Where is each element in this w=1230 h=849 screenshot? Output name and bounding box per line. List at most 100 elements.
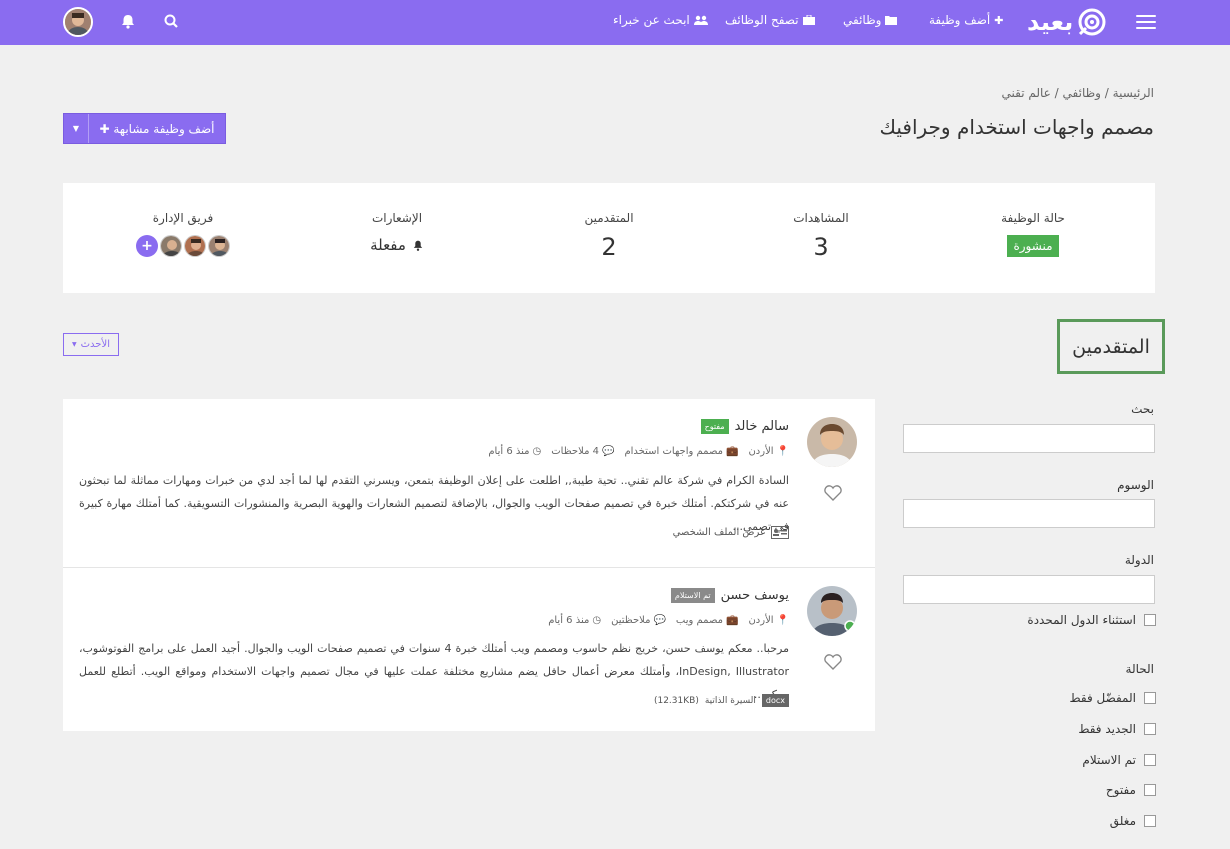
applicant-notes-text: 4 ملاحظات [551,446,599,457]
hamburger-menu-icon[interactable] [1136,15,1156,30]
applicant-role-text: مصمم واجهات استخدام [624,446,723,457]
folder-icon [885,16,898,25]
breadcrumb-separator: / [1054,86,1059,100]
nav-find-experts[interactable]: ابحث عن خبراء [613,13,708,27]
breadcrumb-separator: / [1104,86,1109,100]
stat-applicants-value: 2 [601,233,617,261]
stat-management-team: فريق الإدارة + [123,211,243,257]
dropdown-caret-icon[interactable]: ▼ [64,114,89,143]
briefcase-icon: 💼 [725,446,739,457]
team-member-avatar[interactable] [160,235,182,257]
add-team-member-button[interactable]: + [136,235,158,257]
status-badge: منشورة [1007,235,1059,257]
page-title: مصمم واجهات استخدام وجرافيك [879,115,1154,139]
applicant-role: 💼 مصمم واجهات استخدام [624,446,738,457]
search-input[interactable] [903,424,1155,453]
applicant-time: ◷ منذ 6 أيام [548,615,601,626]
attachment[interactable]: docx السيرة الذاتية (12.31KB) [654,694,789,707]
checkbox[interactable] [1144,754,1156,766]
applicants-list: سالم خالد مفتوح 📍 الأردن 💼 مصمم واجهات است… [63,399,875,731]
applicant-status-tag: مفتوح [700,419,729,434]
location-pin-icon: 📍 [776,615,789,626]
status-closed-checkbox[interactable]: مغلق [1110,814,1156,828]
comment-icon: 💬 [653,615,666,626]
applicant-avatar[interactable] [807,417,857,467]
applicant-notes: 💬 4 ملاحظات [551,446,614,457]
nav-add-job[interactable]: أضف وظيفة ✚ [929,13,1003,27]
breadcrumb: الرئيسية / وظائفي / عالم تقني [1002,86,1154,100]
comment-icon: 💬 [602,446,615,457]
breadcrumb-company[interactable]: عالم تقني [1002,86,1051,100]
stat-notifications-title: الإشعارات [371,211,423,225]
checkbox[interactable] [1144,692,1156,704]
status-open-checkbox[interactable]: مفتوح [1106,783,1156,797]
nav-browse-jobs-label: تصفح الوظائف [725,13,799,27]
stat-team-title: فريق الإدارة [152,211,214,225]
user-avatar[interactable] [63,7,93,37]
search-icon[interactable] [162,12,182,32]
team-avatars: + [123,235,243,257]
applicant-status-tag: تم الاستلام [670,588,715,603]
file-name[interactable]: السيرة الذاتية [705,696,756,706]
applicant-role: 💼 مصمم ويب [676,615,739,626]
status-new-checkbox[interactable]: الجديد فقط [1078,722,1156,736]
sort-dropdown[interactable]: ▼ الأحدث [63,333,119,356]
briefcase-icon [802,15,815,25]
top-navbar: بعيد أضف وظيفة ✚ وظائفي تصفح الوظائف ابح… [0,0,1230,45]
stat-job-status: حالة الوظيفة منشورة [973,211,1093,257]
status-received-checkbox[interactable]: تم الاستلام [1082,753,1156,767]
applicant-meta: 📍 الأردن 💼 مصمم ويب 💬 ملاحظتين ◷ منذ 6 أيام [548,615,789,626]
exclude-countries-label: استثناء الدول المحددة [1027,613,1136,627]
add-similar-job-button[interactable]: ▼ ✚ أضف وظيفة مشابهة [63,113,226,144]
heart-icon[interactable] [823,484,843,502]
team-member-avatar[interactable] [184,235,206,257]
view-profile-label: عرض الملف الشخصي [672,527,766,538]
plus-icon: ✚ [99,121,114,136]
heart-icon[interactable] [823,653,843,671]
applicant-time-text: منذ 6 أيام [488,446,530,457]
stat-job-status-title: حالة الوظيفة [1001,211,1065,225]
users-icon [693,15,708,25]
status-option-label: مغلق [1109,814,1136,828]
applicants-heading: المتقدمين [1057,319,1165,374]
exclude-countries-checkbox[interactable]: استثناء الدول المحددة [1027,613,1156,627]
stat-notifications: الإشعارات مفعلة [337,211,457,254]
bell-icon[interactable] [118,12,138,32]
applicant-name-row: سالم خالد مفتوح [700,419,789,434]
applicant-role-text: مصمم ويب [675,615,723,626]
checkbox[interactable] [1144,723,1156,735]
stat-applicants-title: المتقدمين [584,211,634,225]
applicant-time-text: منذ 6 أيام [548,615,590,626]
applicant-card: يوسف حسن تم الاستلام 📍 الأردن 💼 مصمم ويب 💬… [63,568,875,731]
team-member-avatar[interactable] [208,235,230,257]
briefcase-icon: 💼 [725,615,739,626]
notifications-toggle[interactable]: مفعلة [337,236,457,254]
plus-icon: ✚ [994,13,1004,27]
nav-my-jobs-label: وظائفي [843,13,882,27]
breadcrumb-my-jobs[interactable]: وظائفي [1063,86,1101,100]
add-similar-job-label: ✚ أضف وظيفة مشابهة [89,122,225,136]
job-stats-panel: حالة الوظيفة منشورة المشاهدات 3 المتقدمي… [63,183,1155,293]
checkbox[interactable] [1144,614,1156,626]
applicant-country-text: الأردن [748,615,774,626]
checkbox[interactable] [1144,815,1156,827]
tags-input[interactable] [903,499,1155,528]
nav-browse-jobs[interactable]: تصفح الوظائف [725,13,815,27]
country-input[interactable] [903,575,1155,604]
logo[interactable]: بعيد [1027,6,1115,38]
notifications-status: مفعلة [370,236,406,254]
status-option-label: مفتوح [1105,783,1136,797]
view-profile-link[interactable]: عرض الملف الشخصي [673,526,789,539]
stat-views: المشاهدات 3 [761,211,881,261]
status-favorites-checkbox[interactable]: المفضّل فقط [1069,691,1156,705]
status-option-label: المفضّل فقط [1069,691,1136,705]
applicant-avatar[interactable] [807,586,857,636]
nav-my-jobs[interactable]: وظائفي [843,13,898,27]
bell-icon [413,240,423,251]
breadcrumb-home[interactable]: الرئيسية [1113,86,1154,100]
status-filter-label: الحالة [1125,662,1154,676]
checkbox[interactable] [1144,784,1156,796]
applicant-name[interactable]: سالم خالد [735,419,789,434]
applicant-notes: 💬 ملاحظتين [611,615,666,626]
applicant-name[interactable]: يوسف حسن [721,588,789,603]
